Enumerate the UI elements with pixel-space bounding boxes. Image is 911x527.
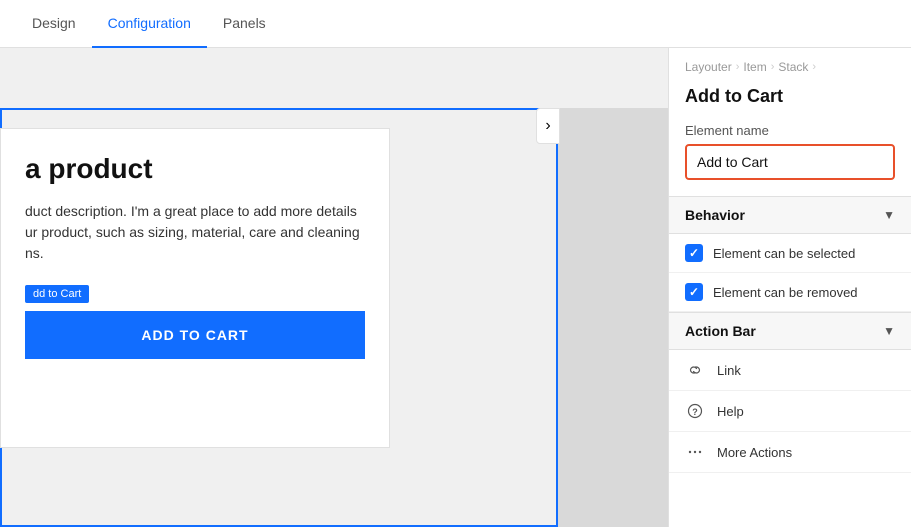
action-bar-help[interactable]: ? Help [669, 391, 911, 432]
preview-panel: › a product duct description. I'm a grea… [0, 48, 668, 527]
preview-right-gray [558, 108, 668, 527]
behavior-chevron-icon: ▼ [883, 208, 895, 222]
tab-design[interactable]: Design [16, 0, 92, 48]
checkbox-row-selected: ✓ Element can be selected [669, 234, 911, 273]
breadcrumb-layouter[interactable]: Layouter [685, 60, 732, 74]
checkbox-selected-label: Element can be selected [713, 246, 855, 261]
breadcrumb-item[interactable]: Item [743, 60, 766, 74]
product-card: a product duct description. I'm a great … [0, 128, 390, 448]
link-icon [685, 360, 705, 380]
product-description: duct description. I'm a great place to a… [25, 201, 365, 264]
action-bar-chevron-icon: ▼ [883, 324, 895, 338]
chevron-right-icon: › [545, 117, 550, 135]
breadcrumb-sep-1: › [736, 61, 740, 73]
breadcrumb: Layouter › Item › Stack › [669, 48, 911, 82]
add-to-cart-button[interactable]: ADD TO CART [25, 311, 365, 359]
checkbox-removed[interactable]: ✓ [685, 283, 703, 301]
config-panel: Layouter › Item › Stack › Add to Cart El… [668, 48, 911, 527]
action-bar-link[interactable]: Link [669, 350, 911, 391]
main-area: › a product duct description. I'm a grea… [0, 48, 911, 527]
tab-configuration[interactable]: Configuration [92, 0, 207, 48]
tab-panels[interactable]: Panels [207, 0, 282, 48]
checkmark-icon: ✓ [689, 246, 699, 260]
breadcrumb-sep-3: › [812, 61, 816, 73]
help-icon: ? [685, 401, 705, 421]
action-bar-items: Link ? Help [669, 350, 911, 473]
action-bar-more[interactable]: More Actions [669, 432, 911, 473]
behavior-section-header[interactable]: Behavior ▼ [669, 196, 911, 234]
preview-inner: › a product duct description. I'm a grea… [0, 48, 668, 527]
element-name-label: Element name [669, 123, 911, 144]
svg-text:?: ? [692, 407, 698, 417]
add-to-cart-tag: dd to Cart [25, 285, 89, 303]
tab-bar: Design Configuration Panels [0, 0, 911, 48]
action-bar-title: Action Bar [685, 323, 756, 339]
more-actions-label: More Actions [717, 445, 792, 460]
collapse-button[interactable]: › [536, 108, 560, 144]
element-name-input[interactable] [685, 144, 895, 180]
action-bar-section-header[interactable]: Action Bar ▼ [669, 312, 911, 350]
breadcrumb-stack[interactable]: Stack [778, 60, 808, 74]
help-label: Help [717, 404, 744, 419]
breadcrumb-sep-2: › [771, 61, 775, 73]
checkbox-row-removed: ✓ Element can be removed [669, 273, 911, 312]
checkbox-selected[interactable]: ✓ [685, 244, 703, 262]
checkmark-icon-2: ✓ [689, 285, 699, 299]
product-title: a product [25, 153, 365, 185]
config-title: Add to Cart [669, 82, 911, 123]
checkbox-removed-label: Element can be removed [713, 285, 858, 300]
behavior-title: Behavior [685, 207, 745, 223]
more-actions-icon [685, 442, 705, 462]
link-label: Link [717, 363, 741, 378]
